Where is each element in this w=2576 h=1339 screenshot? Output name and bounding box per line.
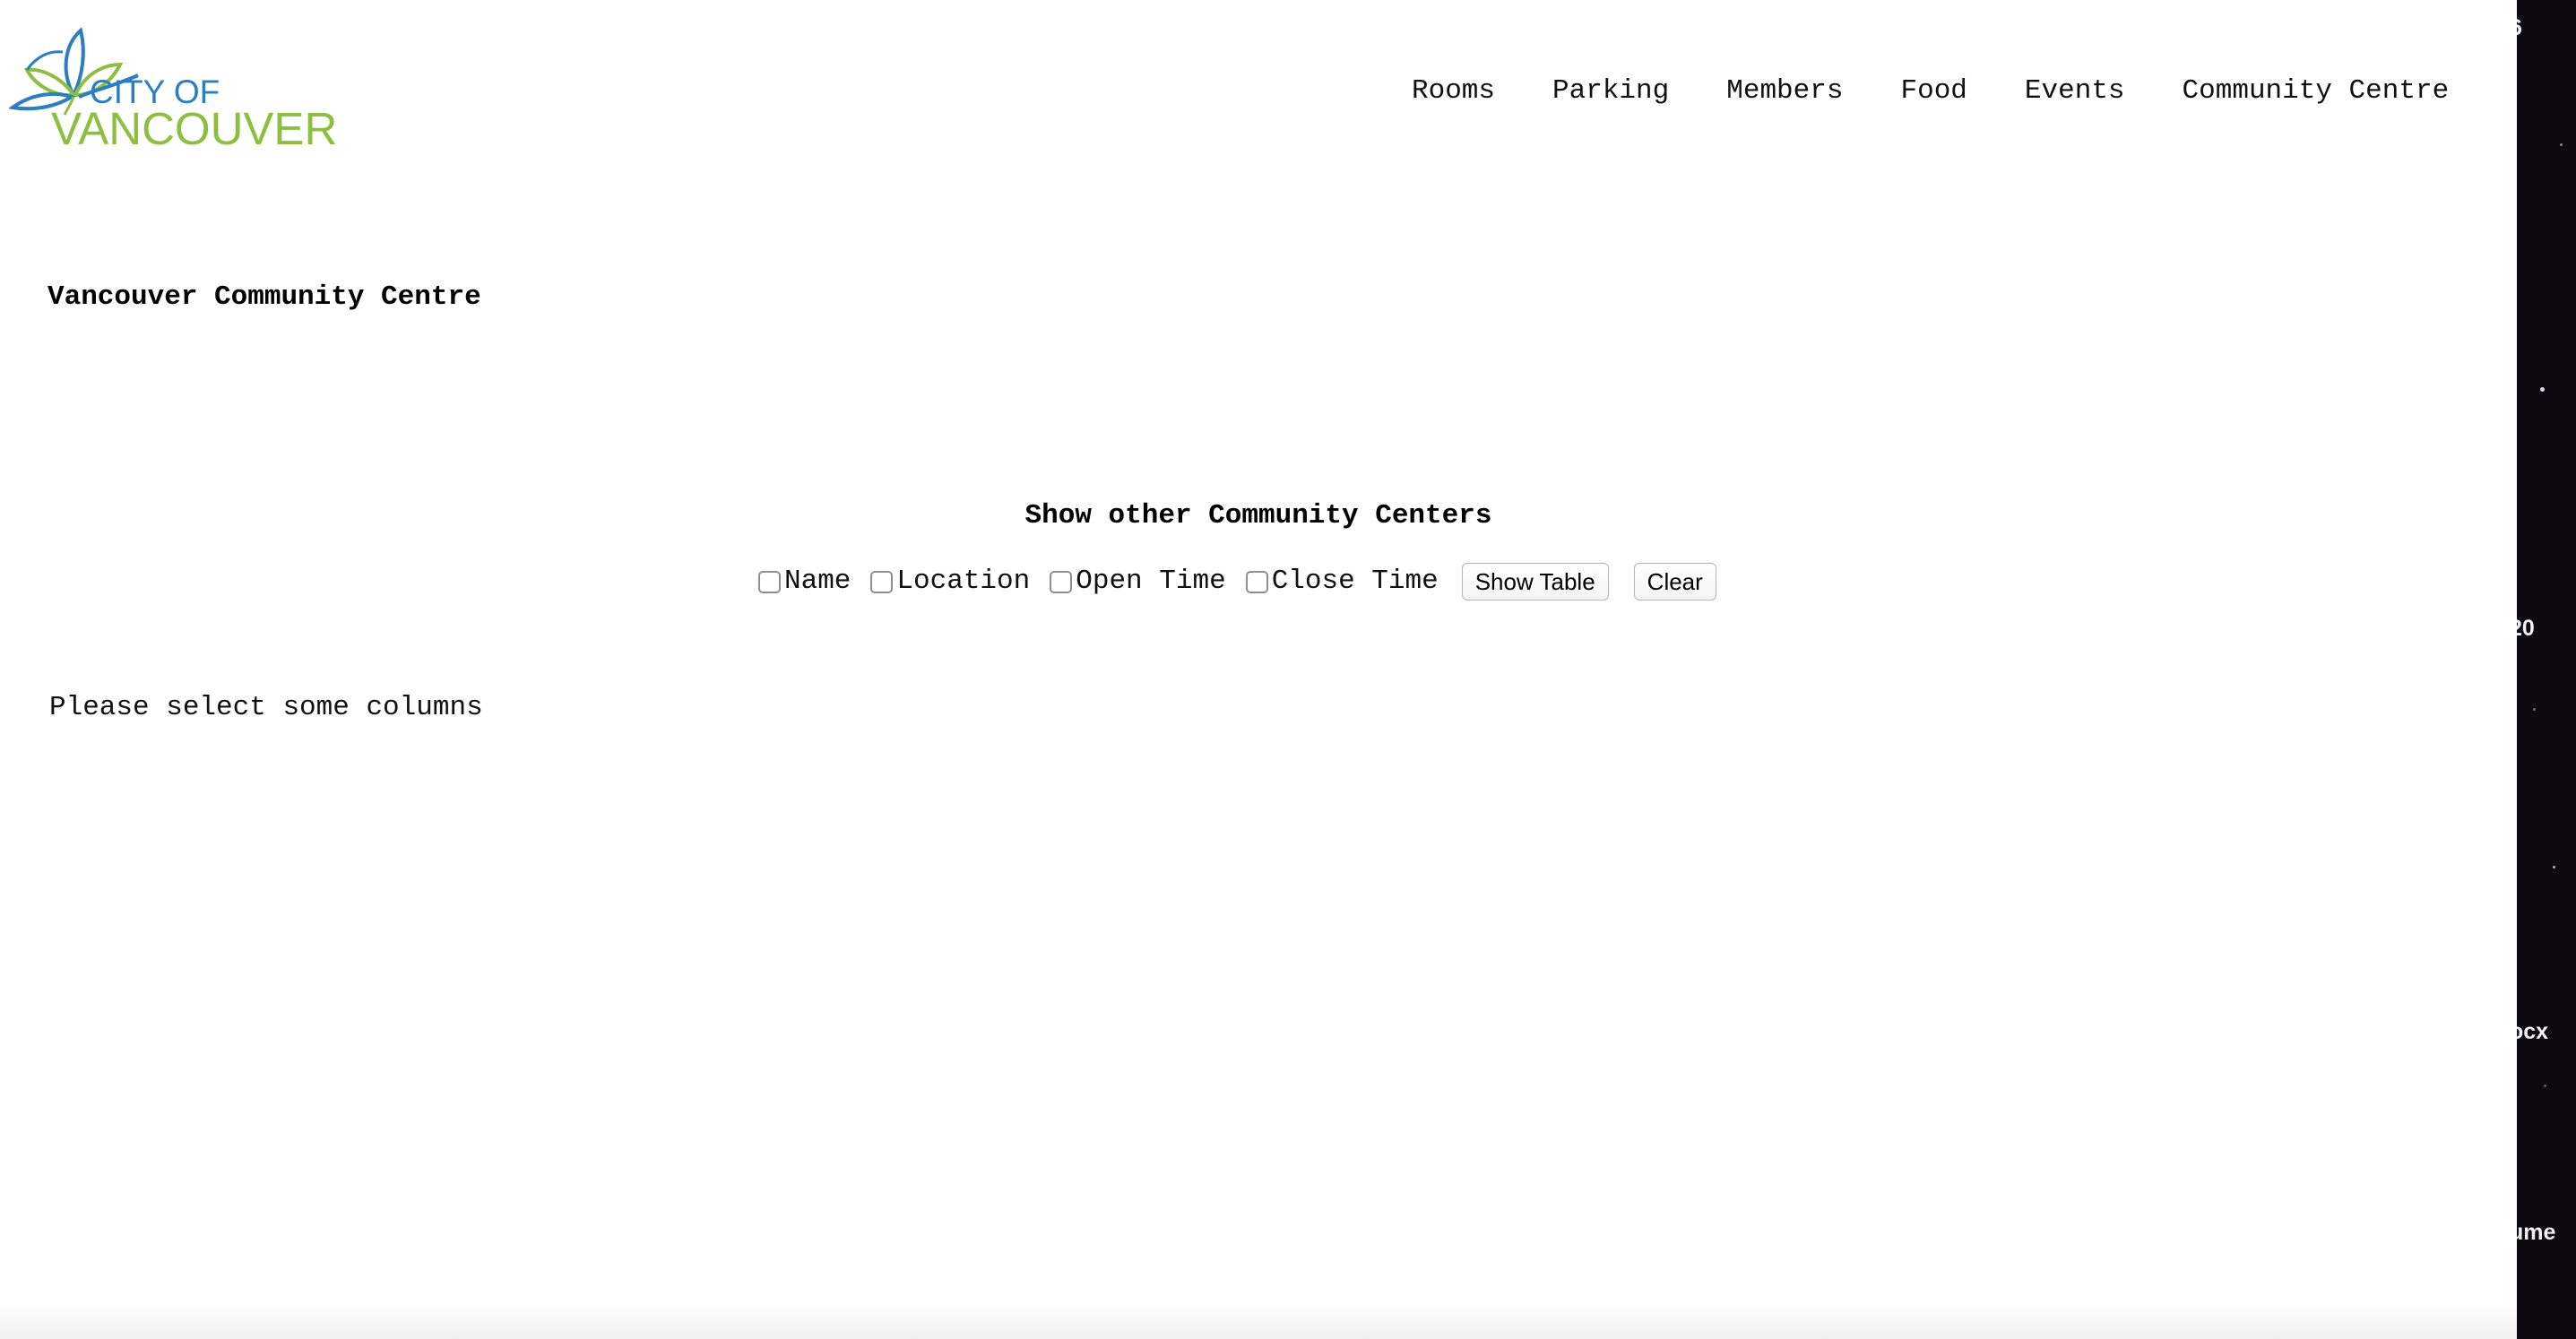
page-title: Vancouver Community Centre — [48, 281, 481, 313]
open-time-checkbox[interactable] — [1050, 570, 1073, 593]
nav-link-rooms[interactable]: Rooms — [1412, 73, 1495, 109]
nav-link-food[interactable]: Food — [1900, 73, 1967, 109]
desktop-icon-label[interactable]: ume — [2517, 1219, 2555, 1246]
city-of-vancouver-logo[interactable]: CITY OF VANCOUVER — [9, 25, 337, 151]
column-option-location[interactable]: Location — [870, 564, 1030, 600]
desktop-icon-label[interactable]: 20 — [2517, 615, 2535, 642]
column-selector: Name Location Open Time Close Time Show … — [758, 563, 1716, 600]
column-option-open-time[interactable]: Open Time — [1050, 564, 1226, 600]
star-dot — [2544, 1084, 2546, 1087]
clear-button[interactable]: Clear — [1633, 563, 1716, 600]
name-checkbox-label[interactable]: Name — [784, 564, 851, 600]
star-dot — [2533, 708, 2536, 711]
show-table-button[interactable]: Show Table — [1461, 563, 1609, 600]
status-message: Please select some columns — [49, 692, 483, 723]
location-checkbox-label[interactable]: Location — [896, 564, 1030, 600]
close-time-checkbox[interactable] — [1245, 570, 1268, 593]
column-option-close-time[interactable]: Close Time — [1245, 564, 1439, 600]
name-checkbox[interactable] — [758, 570, 781, 593]
main-nav: Rooms Parking Members Food Events Commun… — [1412, 73, 2449, 109]
browser-page: CITY OF VANCOUVER Rooms Parking Members … — [0, 0, 2517, 1339]
open-time-checkbox-label[interactable]: Open Time — [1076, 564, 1225, 600]
desktop-background: 6 20 ocx ume — [2517, 0, 2576, 1339]
star-dot — [2560, 143, 2563, 146]
location-checkbox[interactable] — [870, 570, 894, 593]
nav-link-community-centre[interactable]: Community Centre — [2183, 73, 2450, 109]
nav-link-parking[interactable]: Parking — [1552, 73, 1669, 109]
section-heading: Show other Community Centers — [1024, 500, 1492, 531]
close-time-checkbox-label[interactable]: Close Time — [1272, 564, 1439, 600]
desktop-icon-label[interactable]: ocx — [2517, 1018, 2548, 1045]
star-dot — [2540, 387, 2545, 392]
desktop-icon-label[interactable]: 6 — [2517, 14, 2522, 41]
star-dot — [2553, 866, 2555, 868]
column-option-name[interactable]: Name — [758, 564, 851, 600]
nav-link-members[interactable]: Members — [1726, 73, 1843, 109]
page-bottom-shadow — [0, 1303, 2517, 1339]
nav-link-events[interactable]: Events — [2025, 73, 2125, 109]
logo-text-vancouver: VANCOUVER — [51, 103, 338, 154]
